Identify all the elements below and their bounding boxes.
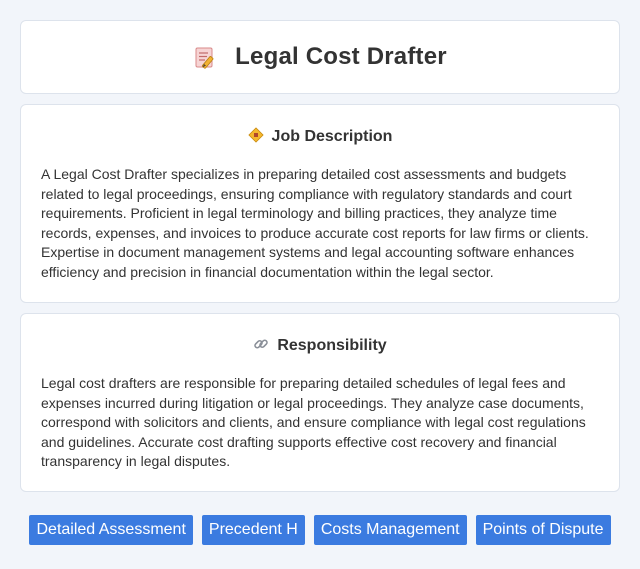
page-title: Legal Cost Drafter: [235, 43, 447, 70]
job-description-header: Job Description: [41, 126, 599, 148]
job-description-heading: Job Description: [271, 128, 393, 145]
diamond-badge-icon: [247, 126, 264, 148]
tag-list: Detailed Assessment Precedent H Costs Ma…: [0, 515, 640, 545]
memo-pencil-icon: [193, 44, 219, 70]
tag-costs-management[interactable]: Costs Management: [313, 515, 467, 545]
responsibility-card: Responsibility Legal cost drafters are r…: [20, 313, 620, 492]
responsibility-header: Responsibility: [41, 335, 599, 357]
responsibility-text: Legal cost drafters are responsible for …: [41, 375, 586, 469]
title-row: Legal Cost Drafter: [193, 43, 447, 71]
tag-detailed-assessment[interactable]: Detailed Assessment: [29, 515, 193, 545]
tag-precedent-h[interactable]: Precedent H: [201, 515, 305, 545]
title-card: Legal Cost Drafter: [20, 20, 620, 94]
job-description-card: Job Description A Legal Cost Drafter spe…: [20, 104, 620, 303]
responsibility-heading: Responsibility: [277, 337, 387, 354]
link-icon: [253, 336, 269, 357]
job-description-text: A Legal Cost Drafter specializes in prep…: [41, 166, 589, 280]
tag-points-of-dispute[interactable]: Points of Dispute: [475, 515, 611, 545]
